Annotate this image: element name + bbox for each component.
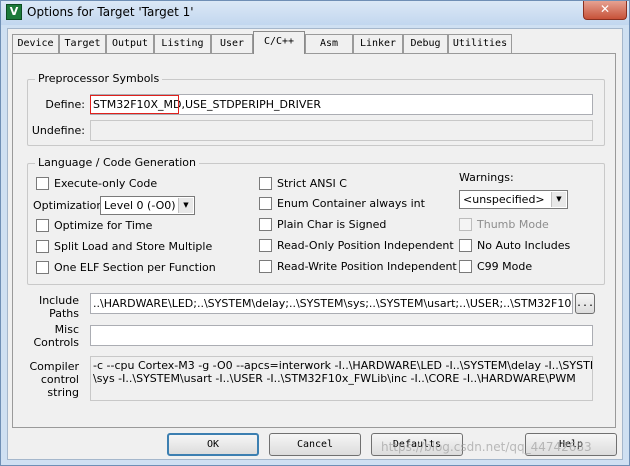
tab-user[interactable]: User — [211, 34, 253, 53]
optimization-label: Optimization: — [33, 199, 108, 212]
chevron-down-icon: ▼ — [178, 198, 193, 213]
title-bar[interactable]: V Options for Target 'Target 1' ✕ — [1, 1, 629, 25]
enum-container-checkbox[interactable] — [259, 197, 272, 210]
window-title: Options for Target 'Target 1' — [27, 5, 194, 19]
help-button[interactable]: Help — [525, 433, 617, 456]
tab-target[interactable]: Target — [59, 34, 106, 53]
one-elf-checkbox[interactable] — [36, 261, 49, 274]
include-label-1: Include — [38, 294, 79, 307]
warnings-label: Warnings: — [459, 171, 514, 184]
plain-char-label: Plain Char is Signed — [277, 218, 387, 231]
misc-label-1: Misc — [54, 323, 79, 336]
c99-mode-checkbox[interactable] — [459, 260, 472, 273]
tab-asm[interactable]: Asm — [305, 34, 353, 53]
define-label: Define: — [45, 98, 85, 111]
tab-linker[interactable]: Linker — [353, 34, 403, 53]
rw-position-checkbox[interactable] — [259, 260, 272, 273]
include-browse-button[interactable]: ... — [575, 293, 595, 314]
tab-debug[interactable]: Debug — [403, 34, 448, 53]
cancel-button[interactable]: Cancel — [269, 433, 361, 456]
tab-utilities[interactable]: Utilities — [448, 34, 512, 53]
warnings-select[interactable]: <unspecified> ▼ — [459, 190, 568, 209]
one-elf-label: One ELF Section per Function — [54, 261, 216, 274]
keil-uvision-icon: V — [6, 4, 22, 20]
execute-only-checkbox[interactable] — [36, 177, 49, 190]
language-legend: Language / Code Generation — [35, 156, 200, 169]
no-auto-includes-label: No Auto Includes — [477, 239, 571, 252]
no-auto-includes-checkbox[interactable] — [459, 239, 472, 252]
compiler-control-string[interactable]: -c --cpu Cortex-M3 -g -O0 --apcs=interwo… — [90, 356, 593, 401]
preprocessor-legend: Preprocessor Symbols — [35, 72, 163, 85]
undefine-input[interactable] — [90, 120, 593, 141]
close-button[interactable]: ✕ — [583, 1, 627, 20]
strict-ansi-label: Strict ANSI C — [277, 177, 347, 190]
warnings-value: <unspecified> — [463, 193, 545, 206]
thumb-mode-label: Thumb Mode — [477, 218, 549, 231]
tab-listing[interactable]: Listing — [154, 34, 211, 53]
include-paths-input[interactable]: ..\HARDWARE\LED;..\SYSTEM\delay;..\SYSTE… — [90, 293, 573, 314]
compiler-string-line-2: \sys -I..\SYSTEM\usart -I..\USER -I..\ST… — [93, 372, 576, 385]
compiler-label-2: control — [40, 373, 79, 386]
optimize-time-checkbox[interactable] — [36, 219, 49, 232]
tab-device[interactable]: Device — [12, 34, 59, 53]
thumb-mode-checkbox[interactable] — [459, 218, 472, 231]
compiler-label-1: Compiler — [29, 360, 79, 373]
split-load-label: Split Load and Store Multiple — [54, 240, 213, 253]
misc-label-2: Controls — [33, 336, 80, 349]
optimize-time-label: Optimize for Time — [54, 219, 153, 232]
include-label-2: Paths — [49, 307, 79, 320]
options-dialog: V Options for Target 'Target 1' ✕ Device… — [0, 0, 630, 466]
ro-position-label: Read-Only Position Independent — [277, 239, 454, 252]
chevron-down-icon: ▼ — [551, 192, 566, 207]
compiler-label-3: string — [47, 386, 79, 399]
rw-position-label: Read-Write Position Independent — [277, 260, 457, 273]
enum-container-label: Enum Container always int — [277, 197, 425, 210]
ro-position-checkbox[interactable] — [259, 239, 272, 252]
plain-char-checkbox[interactable] — [259, 218, 272, 231]
optimization-value: Level 0 (-O0) — [104, 199, 176, 212]
ok-button[interactable]: OK — [167, 433, 259, 456]
execute-only-label: Execute-only Code — [54, 177, 158, 190]
defaults-button[interactable]: Defaults — [371, 433, 463, 456]
misc-controls-input[interactable] — [90, 325, 593, 346]
optimization-select[interactable]: Level 0 (-O0) ▼ — [100, 196, 195, 215]
compiler-string-line-1: -c --cpu Cortex-M3 -g -O0 --apcs=interwo… — [93, 359, 593, 372]
strict-ansi-checkbox[interactable] — [259, 177, 272, 190]
define-input[interactable]: STM32F10X_MD,USE_STDPERIPH_DRIVER — [90, 94, 593, 115]
tab-output[interactable]: Output — [106, 34, 154, 53]
c99-mode-label: C99 Mode — [477, 260, 533, 273]
tab-c-cpp[interactable]: C/C++ — [253, 31, 305, 54]
split-load-checkbox[interactable] — [36, 240, 49, 253]
undefine-label: Undefine: — [31, 124, 85, 137]
